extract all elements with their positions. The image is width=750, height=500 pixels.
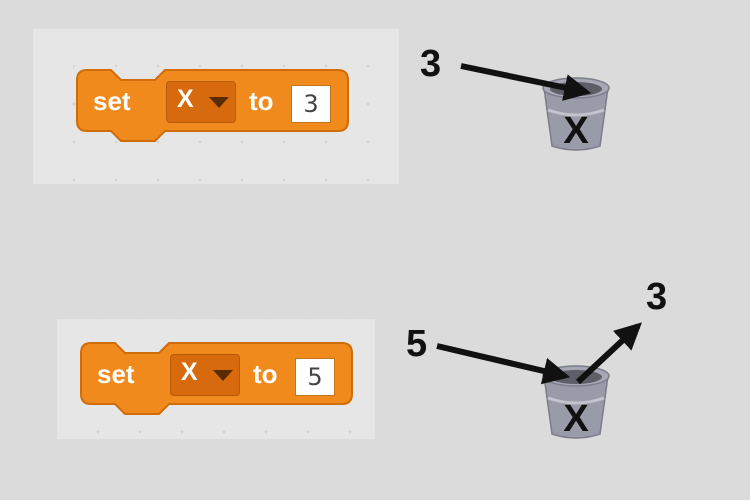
arrow-icon (460, 63, 592, 101)
arrow-icon (436, 343, 571, 385)
arrow-icon (575, 322, 642, 385)
arrows-layer (436, 63, 642, 385)
